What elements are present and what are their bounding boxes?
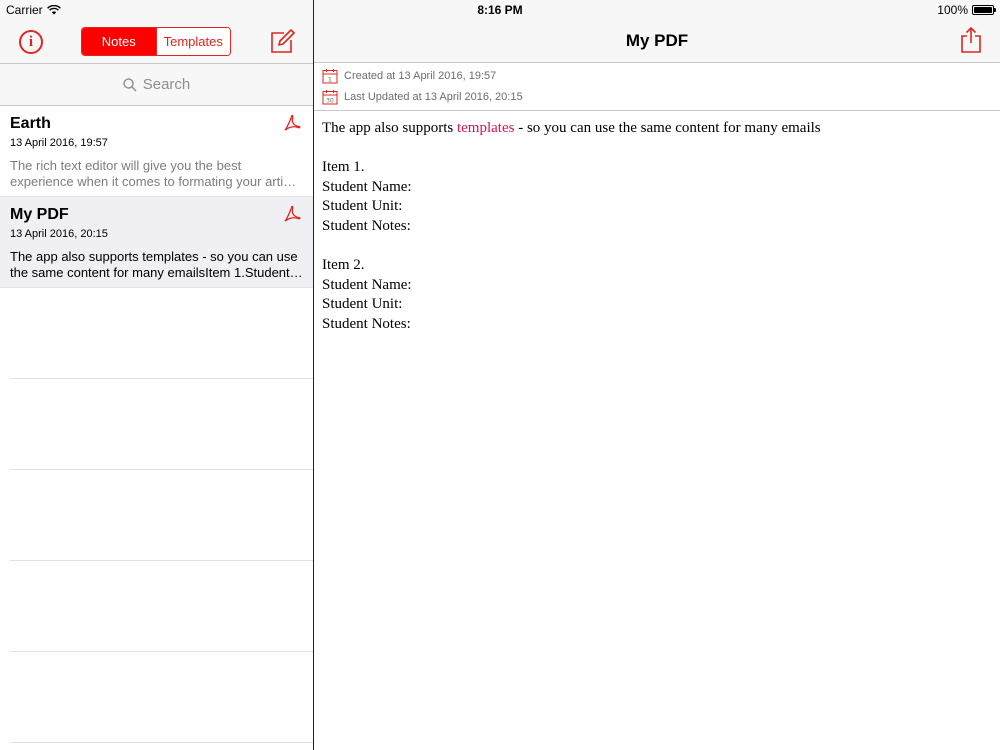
svg-text:1: 1 <box>328 76 332 84</box>
note-body[interactable]: The app also supports templates - so you… <box>322 119 992 335</box>
status-bar: Carrier 8:16 PM 100% <box>0 0 1000 20</box>
notes-list: Earth 13 April 2016, 19:57 The rich text… <box>0 106 313 743</box>
empty-list-row <box>10 379 313 470</box>
search-field[interactable]: Search <box>0 64 313 106</box>
pdf-icon <box>284 205 301 222</box>
field-student-name: Student Name: <box>322 178 412 195</box>
clock: 8:16 PM <box>477 3 523 17</box>
notes-templates-segmented-control: Notes Templates <box>81 27 231 56</box>
updated-row: 30 Last Updated at 13 April 2016, 20:15 <box>322 89 523 105</box>
empty-list-row <box>10 561 313 652</box>
created-label: Created at 13 April 2016, 19:57 <box>344 70 497 82</box>
search-icon <box>123 77 137 91</box>
note-row-earth[interactable]: Earth 13 April 2016, 19:57 The rich text… <box>0 106 313 197</box>
info-icon[interactable]: i <box>19 30 43 54</box>
calendar-created-icon: 1 <box>322 69 338 84</box>
pdf-icon <box>284 114 301 131</box>
segment-notes[interactable]: Notes <box>82 28 156 55</box>
page-title: My PDF <box>625 31 689 50</box>
field-student-unit: Student Unit: <box>322 296 403 313</box>
svg-text:30: 30 <box>326 98 334 105</box>
updated-label: Last Updated at 13 April 2016, 20:15 <box>344 91 523 103</box>
battery-icon <box>972 5 996 15</box>
note-title: Earth <box>10 115 51 132</box>
search-placeholder: Search <box>142 76 191 93</box>
note-title: My PDF <box>10 206 69 223</box>
empty-list-row <box>10 470 313 561</box>
note-preview: The rich text editor will give you the b… <box>10 158 297 189</box>
note-row-my-pdf[interactable]: My PDF 13 April 2016, 20:15 The app also… <box>0 197 313 288</box>
calendar-updated-icon: 30 <box>322 90 338 105</box>
segment-templates[interactable]: Templates <box>155 28 230 55</box>
field-student-unit: Student Unit: <box>322 198 403 215</box>
templates-link[interactable]: templates <box>457 120 514 136</box>
note-metadata: 1 Created at 13 April 2016, 19:57 30 Las… <box>314 63 1000 111</box>
share-icon[interactable] <box>959 26 983 54</box>
item-heading: Item 2. <box>322 257 365 274</box>
created-row: 1 Created at 13 April 2016, 19:57 <box>322 68 496 84</box>
note-date: 13 April 2016, 19:57 <box>10 137 108 149</box>
note-preview: The app also supports templates - so you… <box>10 249 303 280</box>
item-heading: Item 1. <box>322 159 365 176</box>
body-intro-line: The app also supports templates - so you… <box>322 119 992 139</box>
field-student-notes: Student Notes: <box>322 315 411 332</box>
body-intro-text: - so you can use the same content for ma… <box>514 120 821 136</box>
field-student-name: Student Name: <box>322 276 412 293</box>
battery-indicator: 100% <box>937 3 996 17</box>
empty-list-row <box>10 652 313 743</box>
empty-list-row <box>10 288 313 379</box>
note-date: 13 April 2016, 20:15 <box>10 228 108 240</box>
compose-icon[interactable] <box>268 27 296 55</box>
note-detail-pane: My PDF 1 Created at 13 April 2016, 19:57 <box>314 0 1000 750</box>
field-student-notes: Student Notes: <box>322 217 411 234</box>
notes-list-pane: i Notes Templates Search Earth 13 April … <box>0 0 313 750</box>
body-intro-text: The app also supports <box>322 120 457 136</box>
battery-percent: 100% <box>937 3 968 17</box>
